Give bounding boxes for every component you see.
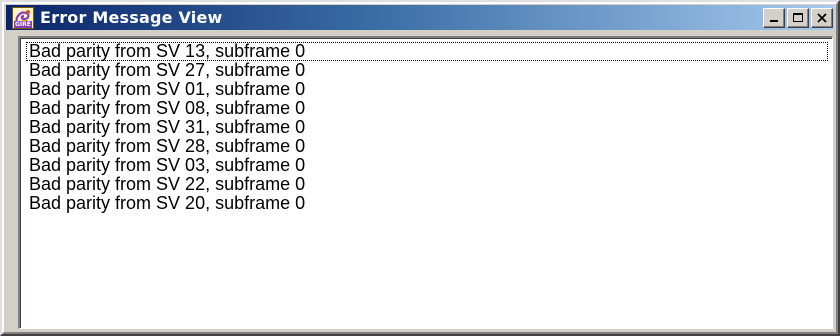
close-button[interactable]	[811, 7, 833, 28]
list-item[interactable]: Bad parity from SV 20, subframe 0	[26, 194, 828, 213]
list-item[interactable]: Bad parity from SV 03, subframe 0	[26, 156, 828, 175]
error-message-window: GIRE Error Message View Bad parity from …	[0, 0, 840, 336]
title-bar[interactable]: GIRE Error Message View	[6, 5, 834, 30]
left-frame-strip	[6, 36, 18, 329]
gire-app-icon[interactable]: GIRE	[12, 6, 34, 29]
title-buttons	[763, 7, 833, 28]
app-icon-caption: GIRE	[14, 20, 32, 28]
minimize-icon	[770, 19, 778, 22]
list-item[interactable]: Bad parity from SV 28, subframe 0	[26, 137, 828, 156]
list-item[interactable]: Bad parity from SV 22, subframe 0	[26, 175, 828, 194]
close-icon	[817, 12, 827, 23]
maximize-button[interactable]	[787, 7, 809, 28]
window-title: Error Message View	[40, 8, 223, 27]
list-item[interactable]: Bad parity from SV 08, subframe 0	[26, 99, 828, 118]
list-item[interactable]: Bad parity from SV 01, subframe 0	[26, 80, 828, 99]
list-item[interactable]: Bad parity from SV 27, subframe 0	[26, 61, 828, 80]
list-item[interactable]: Bad parity from SV 31, subframe 0	[26, 118, 828, 137]
message-items: Bad parity from SV 13, subframe 0 Bad pa…	[26, 42, 828, 213]
minimize-button[interactable]	[763, 7, 785, 28]
list-item[interactable]: Bad parity from SV 13, subframe 0	[26, 42, 828, 61]
error-message-list[interactable]: Bad parity from SV 13, subframe 0 Bad pa…	[18, 36, 833, 329]
maximize-icon	[793, 12, 803, 22]
